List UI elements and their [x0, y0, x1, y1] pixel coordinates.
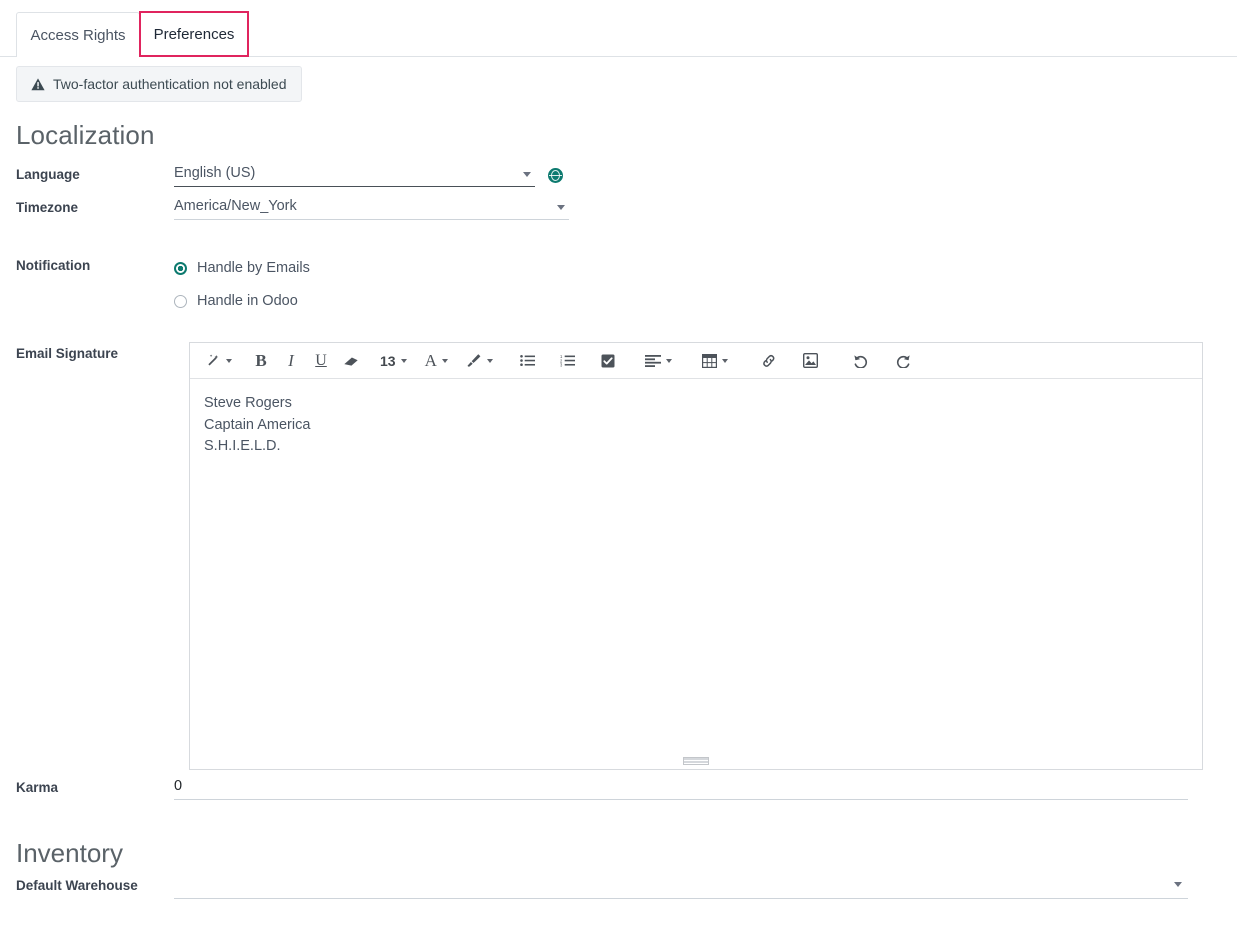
- signature-line: S.H.I.E.L.D.: [204, 438, 281, 454]
- field-language: Language English (US): [0, 165, 1237, 187]
- font-color-glyph: A: [424, 350, 437, 370]
- default-warehouse-input[interactable]: [174, 876, 1188, 899]
- karma-value: 0: [174, 778, 183, 794]
- underline-button[interactable]: U: [306, 348, 336, 374]
- two-factor-auth-status-button[interactable]: Two-factor authentication not enabled: [16, 66, 302, 102]
- chevron-down-icon[interactable]: [523, 172, 531, 177]
- field-karma: Karma 0: [0, 778, 1237, 800]
- remove-format-eraser-icon[interactable]: [336, 348, 366, 374]
- editor-toolbar: B I U 13 A 1 2 3: [190, 343, 1202, 379]
- insert-image-icon[interactable]: [796, 348, 826, 374]
- chevron-down-icon[interactable]: [400, 358, 407, 363]
- radio-handle-in-odoo[interactable]: Handle in Odoo: [174, 290, 310, 312]
- signature-line: Captain America: [204, 416, 311, 433]
- magic-wand-icon[interactable]: [202, 348, 236, 374]
- bullet-list-button[interactable]: [513, 348, 543, 374]
- undo-button[interactable]: [846, 348, 876, 374]
- localization-section-title: Localization: [16, 120, 155, 150]
- karma-label: Karma: [16, 780, 59, 795]
- italic-button[interactable]: I: [276, 348, 306, 374]
- email-signature-editor[interactable]: B I U 13 A 1 2 3 Steve Rogers Captain Am…: [189, 342, 1203, 770]
- checklist-button[interactable]: [593, 348, 623, 374]
- notification-label: Notification: [16, 258, 91, 273]
- timezone-label: Timezone: [16, 200, 79, 215]
- chevron-down-icon[interactable]: [1174, 882, 1182, 887]
- font-color-button[interactable]: A: [421, 348, 452, 374]
- editor-resize-handle[interactable]: [683, 757, 709, 765]
- chevron-down-icon[interactable]: [721, 358, 728, 363]
- align-left-button[interactable]: [641, 348, 676, 374]
- field-notification: Notification Handle by Emails Handle in …: [0, 256, 1237, 312]
- signature-line: Steve Rogers: [204, 395, 292, 411]
- language-input[interactable]: English (US): [174, 165, 535, 187]
- tab-preferences[interactable]: Preferences: [140, 12, 248, 57]
- tab-preferences-label: Preferences: [153, 26, 235, 43]
- radio-unselected-icon[interactable]: [174, 294, 187, 308]
- chevron-down-icon[interactable]: [665, 358, 672, 363]
- inventory-section-title: Inventory: [16, 838, 123, 868]
- karma-input[interactable]: 0: [174, 778, 1188, 800]
- numbered-list-button[interactable]: 1 2 3: [553, 348, 583, 374]
- chevron-down-icon[interactable]: [441, 358, 448, 363]
- chevron-down-icon[interactable]: [557, 205, 565, 210]
- warning-triangle-icon: [31, 77, 45, 91]
- chevron-down-icon[interactable]: [226, 358, 232, 363]
- background-color-brush-icon[interactable]: [462, 348, 497, 374]
- timezone-input[interactable]: America/New_York: [174, 198, 569, 220]
- email-signature-content[interactable]: Steve Rogers Captain America S.H.I.E.L.D…: [190, 379, 1202, 458]
- radio-selected-icon[interactable]: [174, 261, 187, 275]
- tab-access-rights[interactable]: Access Rights: [16, 12, 140, 57]
- language-label: Language: [16, 167, 80, 182]
- field-default-warehouse: Default Warehouse: [0, 876, 1188, 899]
- language-value: English (US): [174, 165, 256, 181]
- email-signature-label: Email Signature: [16, 346, 119, 361]
- insert-link-icon[interactable]: [754, 348, 784, 374]
- font-size-selector[interactable]: 13: [376, 348, 411, 374]
- table-button[interactable]: [698, 348, 732, 374]
- tab-bar: Access Rights Preferences: [0, 0, 1237, 57]
- radio-handle-by-emails-label: Handle by Emails: [197, 260, 310, 276]
- chevron-down-icon[interactable]: [486, 358, 493, 363]
- tab-access-rights-label: Access Rights: [30, 26, 126, 44]
- preferences-form: Localization Language English (US) Timez…: [0, 120, 1237, 361]
- field-timezone: Timezone America/New_York: [0, 198, 1237, 220]
- radio-handle-in-odoo-label: Handle in Odoo: [197, 293, 298, 309]
- font-size-value: 13: [380, 352, 396, 369]
- default-warehouse-label: Default Warehouse: [16, 878, 138, 893]
- radio-handle-by-emails[interactable]: Handle by Emails: [174, 257, 310, 279]
- two-factor-auth-label: Two-factor authentication not enabled: [53, 76, 287, 92]
- svg-text:3: 3: [560, 363, 563, 367]
- redo-button[interactable]: [888, 348, 918, 374]
- timezone-value: America/New_York: [174, 198, 297, 214]
- globe-icon[interactable]: [548, 168, 563, 183]
- bold-button[interactable]: B: [246, 348, 276, 374]
